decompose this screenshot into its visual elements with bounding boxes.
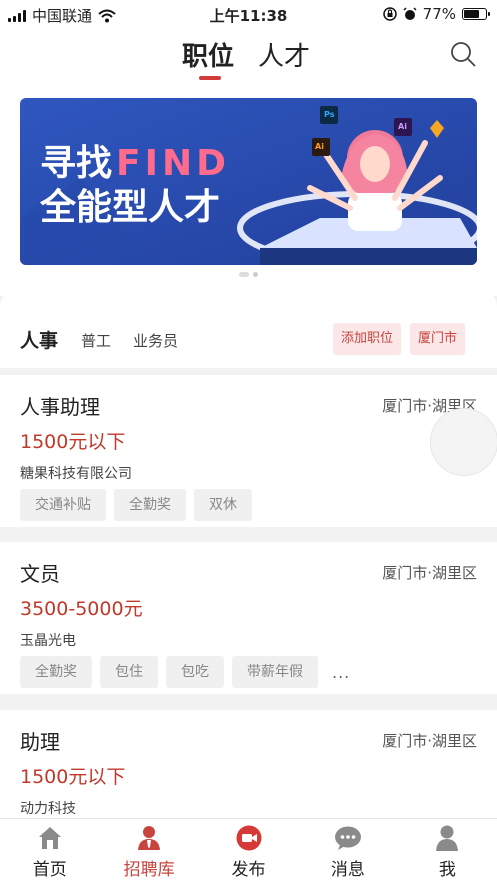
video-record-icon <box>236 825 262 851</box>
home-icon <box>38 827 61 849</box>
benefit-tag: 双休 <box>194 489 252 521</box>
active-tab-indicator <box>199 76 221 80</box>
job-location: 厦门市·湖里区 <box>382 564 477 582</box>
job-title: 文员 <box>20 562 60 586</box>
category-option[interactable]: 普工 <box>81 330 111 351</box>
promo-banner[interactable]: 寻找 FIND 全能型人才 Ai Ps Ai <box>20 98 477 265</box>
company-name: 糖果科技有限公司 <box>20 466 132 482</box>
floating-assistive-button[interactable] <box>430 408 497 476</box>
category-selected[interactable]: 人事 <box>20 326 58 353</box>
company-name: 动力科技 <box>20 801 76 817</box>
battery-percent: 77% <box>422 5 456 23</box>
tab-recruit-library[interactable]: 招聘库 <box>99 819 198 883</box>
job-salary: 1500元以下 <box>20 431 126 453</box>
tab-publish[interactable]: 发布 <box>199 819 298 883</box>
tab-jobs[interactable]: 职位 <box>182 36 234 73</box>
ps-badge: Ps <box>324 110 335 119</box>
job-salary: 1500元以下 <box>20 766 126 788</box>
benefit-tag: 带薪年假 <box>232 656 318 688</box>
add-job-button[interactable]: 添加职位 <box>333 323 402 355</box>
status-bar: 中国联通 上午11:38 77% <box>0 0 497 28</box>
banner-section: 寻找 FIND 全能型人才 Ai Ps Ai <box>0 86 497 296</box>
more-tags-ellipsis: ... <box>332 662 351 682</box>
job-location: 厦门市·湖里区 <box>382 732 477 750</box>
tab-talent[interactable]: 人才 <box>258 36 310 73</box>
benefit-tag: 全勤奖 <box>114 489 186 521</box>
job-title: 人事助理 <box>20 395 100 419</box>
alarm-icon <box>403 7 417 20</box>
search-icon[interactable] <box>449 40 477 68</box>
ai-badge: Ai <box>315 142 324 151</box>
banner-headline-2: 全能型人才 <box>40 187 221 228</box>
tab-messages[interactable]: 消息 <box>298 819 397 883</box>
chat-icon <box>334 826 361 850</box>
benefit-tags: 全勤奖 包住 包吃 带薪年假 ... <box>20 656 350 688</box>
battery-icon <box>462 8 490 20</box>
person-tie-icon <box>138 826 161 850</box>
user-icon <box>436 825 459 851</box>
benefit-tag: 包吃 <box>166 656 224 688</box>
benefit-tag: 全勤奖 <box>20 656 92 688</box>
benefit-tag: 包住 <box>100 656 158 688</box>
carousel-dots <box>0 272 497 277</box>
city-button[interactable]: 厦门市 <box>410 323 466 355</box>
job-card[interactable]: 助理 厦门市·湖里区 1500元以下 动力科技 <box>0 710 497 818</box>
company-name: 玉晶光电 <box>20 633 76 649</box>
filter-bar: 人事 普工 业务员 添加职位 厦门市 <box>0 290 497 368</box>
tab-me[interactable]: 我 <box>398 819 497 883</box>
tab-home[interactable]: 首页 <box>0 819 99 883</box>
job-salary: 3500-5000元 <box>20 598 143 620</box>
job-card[interactable]: 人事助理 厦门市·湖里区 1500元以下 糖果科技有限公司 交通补贴 全勤奖 双… <box>0 375 497 527</box>
benefit-tag: 交通补贴 <box>20 489 106 521</box>
rotation-lock-icon <box>382 7 397 21</box>
job-list-sheet: 人事 普工 业务员 添加职位 厦门市 人事助理 厦门市·湖里区 1500元以下 … <box>0 290 497 818</box>
benefit-tags: 交通补贴 全勤奖 双休 <box>20 489 252 521</box>
bottom-tab-bar: 首页 招聘库 发布 消息 我 <box>0 818 497 883</box>
top-header: 职位 人才 <box>0 28 497 86</box>
job-title: 助理 <box>20 730 60 754</box>
category-option[interactable]: 业务员 <box>133 330 178 351</box>
ai-badge-2: Ai <box>398 122 407 131</box>
job-card[interactable]: 文员 厦门市·湖里区 3500-5000元 玉晶光电 全勤奖 包住 包吃 带薪年… <box>0 542 497 694</box>
